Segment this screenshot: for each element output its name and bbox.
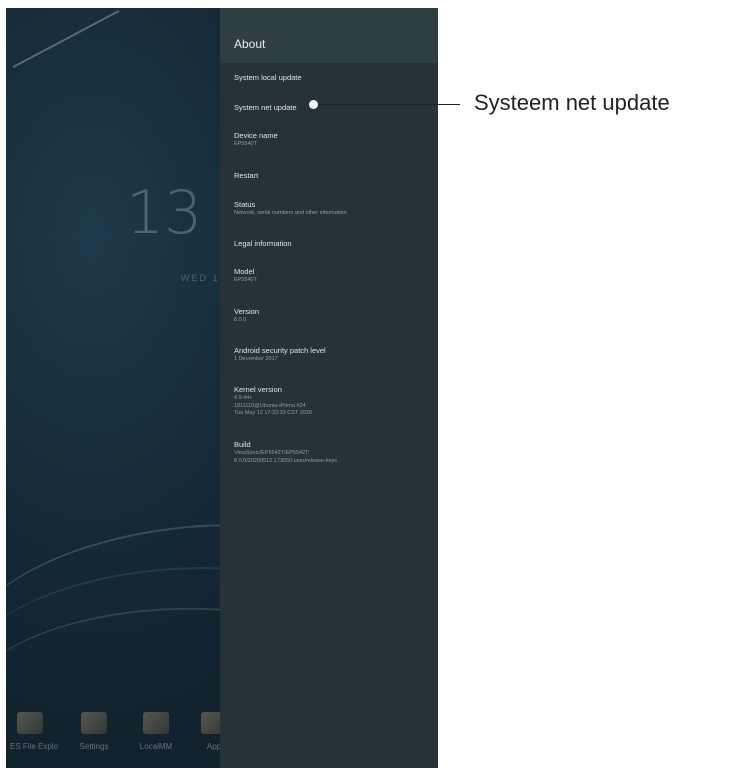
item-value: 8.0.0 bbox=[234, 317, 247, 323]
page-title: About bbox=[234, 37, 266, 51]
settings-app-icon bbox=[81, 712, 107, 734]
build-item: Build ViewSonic/EP5542T/EP5542T: 8.0.0/2… bbox=[234, 440, 430, 465]
security-patch-item: Android security patch level 1 December … bbox=[234, 346, 430, 364]
localmm-icon bbox=[143, 712, 169, 734]
dock-app-label: Settings bbox=[79, 742, 109, 751]
item-title: Android security patch level bbox=[234, 346, 326, 355]
item-value: 4.9.44+ bbox=[234, 395, 253, 401]
item-title: System local update bbox=[234, 73, 302, 82]
model-item: Model EP5540T bbox=[234, 267, 430, 285]
item-title: Model bbox=[234, 267, 255, 276]
item-value: 1811110@Ubuntu-iPrima #24 bbox=[234, 402, 306, 409]
item-title: Status bbox=[234, 200, 256, 209]
item-title: Device name bbox=[234, 131, 278, 140]
item-value: Tue May 12 17:32:32 CST 2020 bbox=[234, 410, 312, 416]
restart-item[interactable]: Restart bbox=[234, 171, 430, 181]
dock-app-label: ES File Explo bbox=[10, 742, 59, 751]
item-title: Build bbox=[234, 440, 251, 449]
status-item[interactable]: Status Network, serial numbers and other… bbox=[234, 200, 430, 218]
callout-leader-line bbox=[313, 104, 460, 105]
item-value: EP5540T bbox=[234, 141, 257, 147]
kernel-version-item: Kernel version 4.9.44+ 1811110@Ubuntu-iP… bbox=[234, 385, 430, 418]
dock-app-settings[interactable]: Settings bbox=[74, 712, 114, 751]
item-value: 1 December 2017 bbox=[234, 356, 278, 362]
home-clock: 13 bbox=[126, 178, 203, 248]
callout-dot bbox=[309, 100, 318, 109]
app-dock: ES File Explo Settings LocalMM App bbox=[6, 708, 227, 768]
item-value: ViewSonic/EP5542T/EP5542T: bbox=[234, 450, 310, 456]
item-title: Version bbox=[234, 307, 260, 316]
item-value: EP5540T bbox=[234, 277, 257, 283]
es-file-explorer-icon bbox=[17, 712, 43, 734]
panel-header: About bbox=[220, 8, 438, 63]
device-name-item[interactable]: Device name EP5540T bbox=[234, 131, 430, 149]
about-settings-panel: About System local update System net upd… bbox=[220, 8, 438, 768]
dock-app-label: LocalMM bbox=[139, 742, 173, 751]
home-date: WED 1 bbox=[181, 273, 220, 283]
legal-information-item[interactable]: Legal information bbox=[234, 239, 430, 249]
system-local-update-item[interactable]: System local update bbox=[234, 73, 430, 83]
item-title: Restart bbox=[234, 171, 259, 180]
item-value: Network, serial numbers and other inform… bbox=[234, 210, 347, 216]
dock-app-localmm[interactable]: LocalMM bbox=[136, 712, 176, 751]
item-title: Legal information bbox=[234, 239, 292, 248]
version-item[interactable]: Version 8.0.0 bbox=[234, 307, 430, 325]
wallpaper-streak bbox=[12, 9, 120, 69]
dock-app-es-file-explorer[interactable]: ES File Explo bbox=[10, 712, 59, 751]
item-value: 8.0.0/20200512.173050:user/release-keys bbox=[234, 457, 338, 464]
item-title: Kernel version bbox=[234, 385, 282, 394]
callout-label: Systeem net update bbox=[474, 90, 670, 115]
